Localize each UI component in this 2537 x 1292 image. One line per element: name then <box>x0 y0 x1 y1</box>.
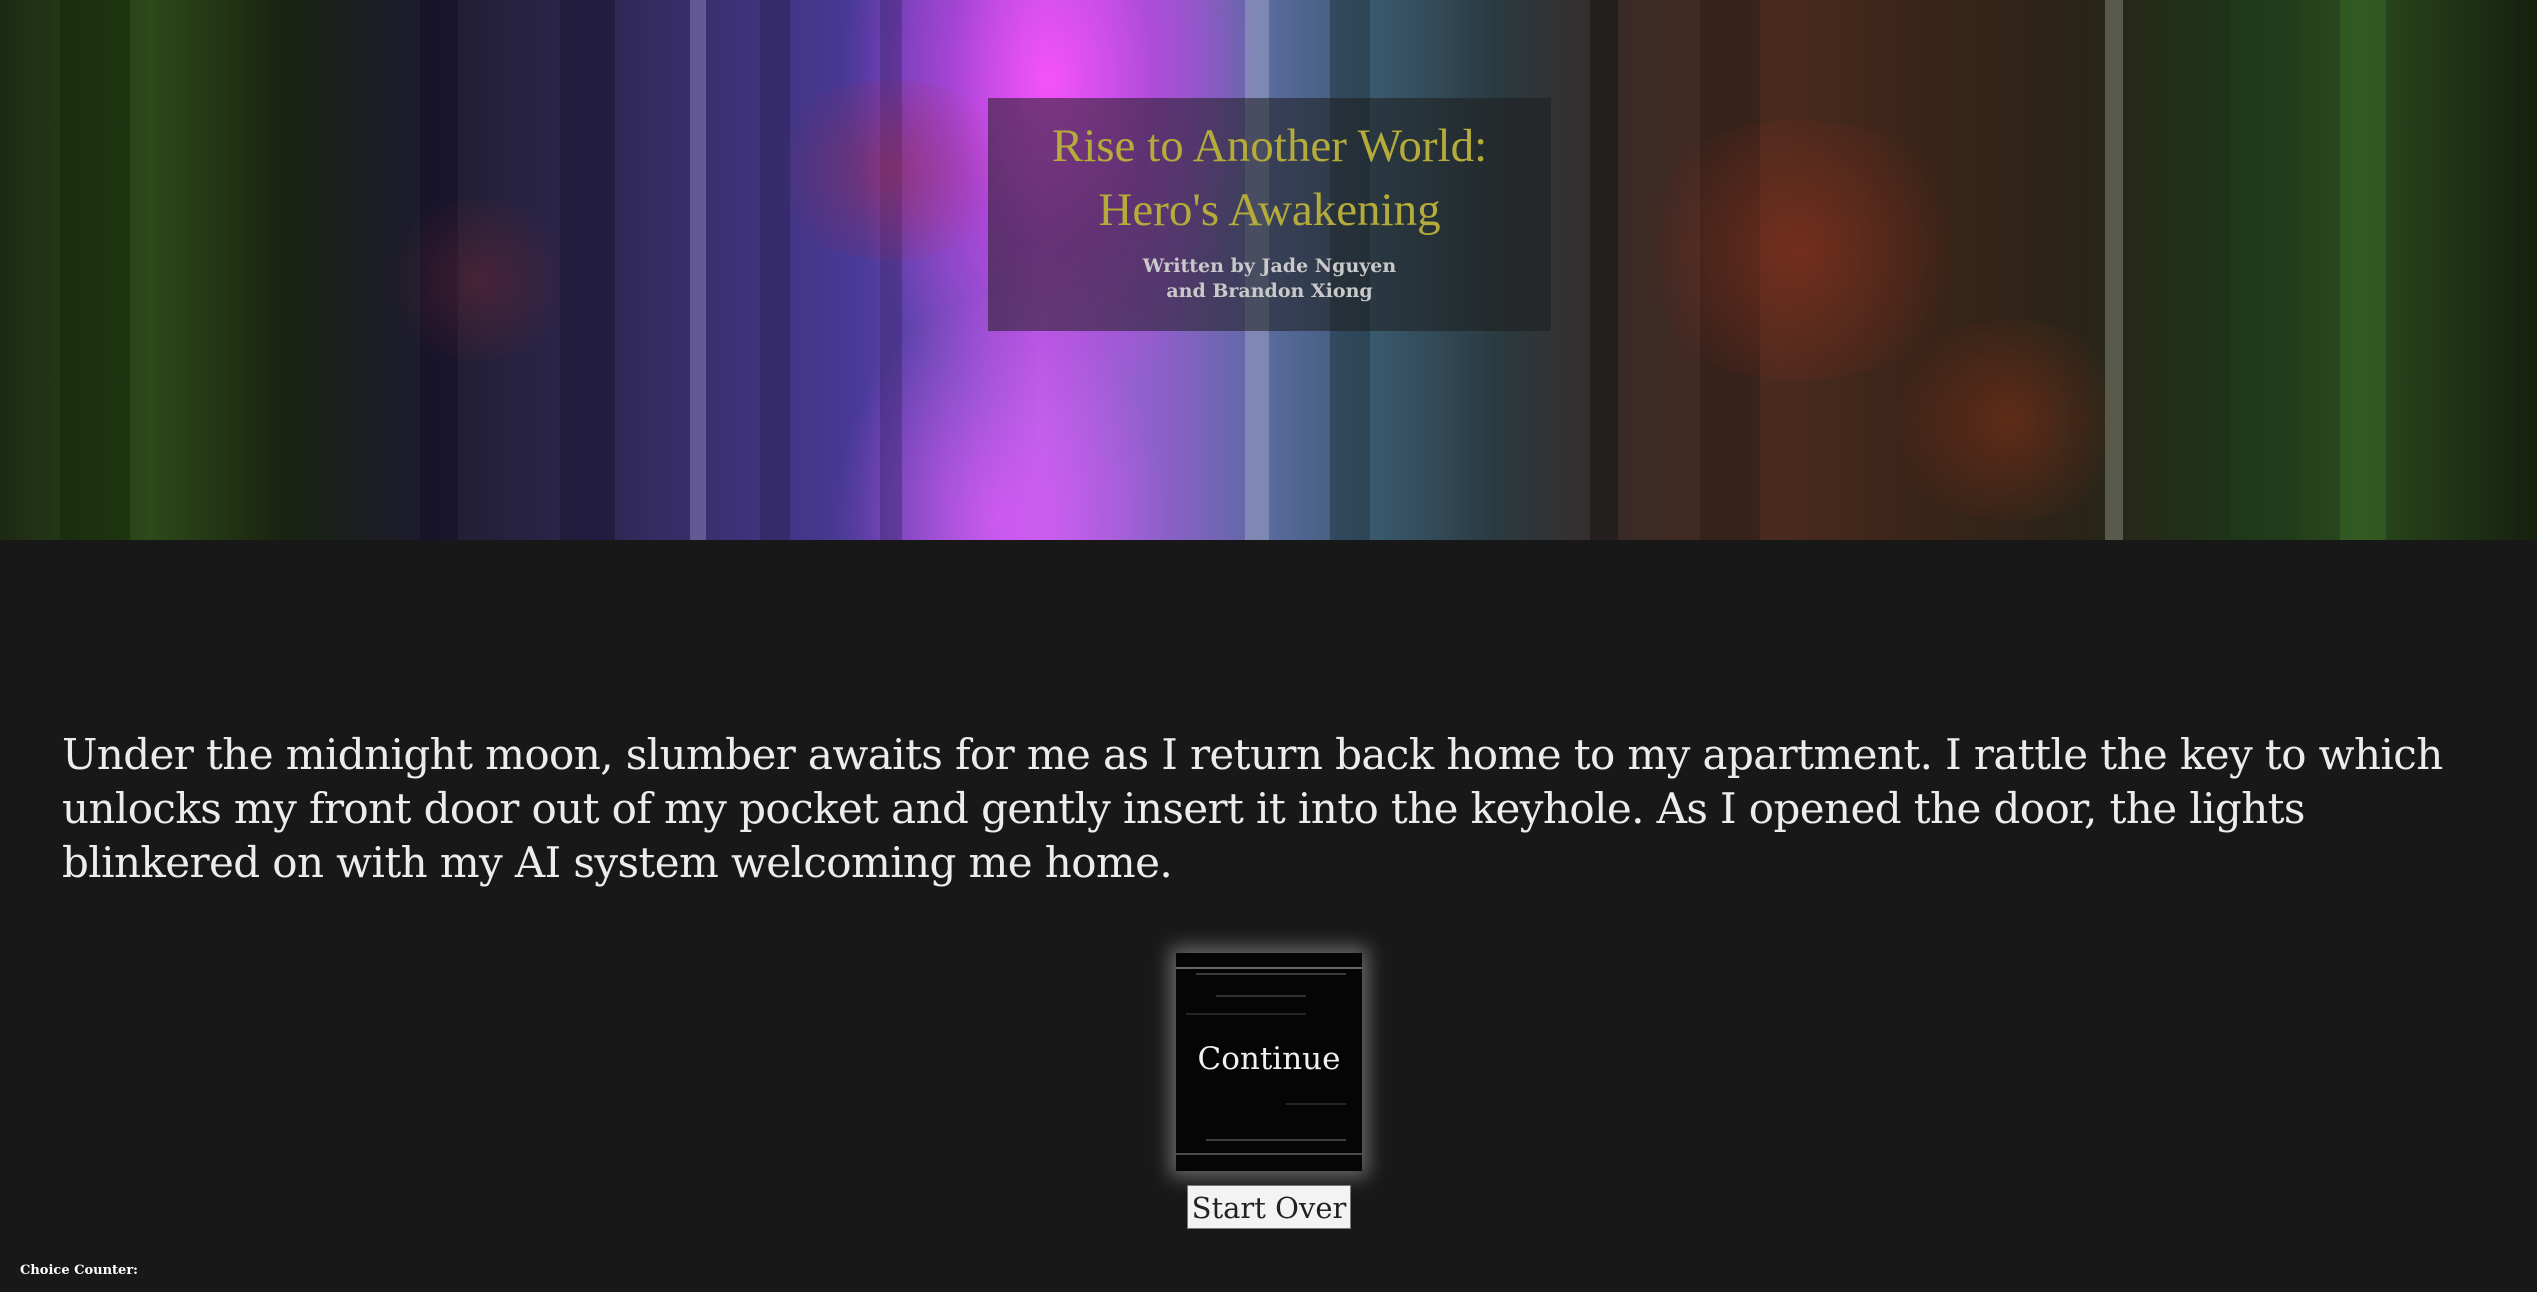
static-line <box>1196 973 1346 975</box>
tree-trunk <box>690 0 706 540</box>
forest-banner: Rise to Another World: Hero's Awakening … <box>0 0 2537 540</box>
start-over-button[interactable]: Start Over <box>1187 1185 1351 1229</box>
tree-trunk <box>60 0 130 540</box>
continue-label: Continue <box>1197 1041 1341 1077</box>
story-passage: Under the midnight moon, slumber awaits … <box>62 730 2443 887</box>
foliage <box>1880 320 2140 520</box>
static-line <box>1176 967 1362 969</box>
author-byline: Written by Jade Nguyen and Brandon Xiong <box>988 254 1551 304</box>
foliage <box>760 80 1020 260</box>
story-title-line-1: Rise to Another World: <box>1051 120 1488 172</box>
foliage <box>380 200 580 360</box>
static-line <box>1206 1139 1346 1141</box>
static-line <box>1186 1013 1306 1015</box>
tree-trunk <box>760 0 790 540</box>
byline-line-1: Written by Jade Nguyen <box>1142 255 1397 277</box>
tree-trunk <box>2340 0 2386 540</box>
title-card: Rise to Another World: Hero's Awakening … <box>988 98 1551 331</box>
byline-line-2: and Brandon Xiong <box>1166 280 1373 302</box>
story-title-line-2: Hero's Awakening <box>1098 184 1441 236</box>
static-line <box>1216 995 1306 997</box>
choice-counter-label: Choice Counter: <box>20 1263 138 1278</box>
continue-button[interactable]: Continue <box>1176 953 1362 1171</box>
tree-trunk <box>1590 0 1618 540</box>
static-line <box>1286 1103 1346 1105</box>
foliage <box>1620 120 1980 380</box>
static-line <box>1176 1153 1362 1155</box>
tree-trunk <box>2230 0 2300 540</box>
